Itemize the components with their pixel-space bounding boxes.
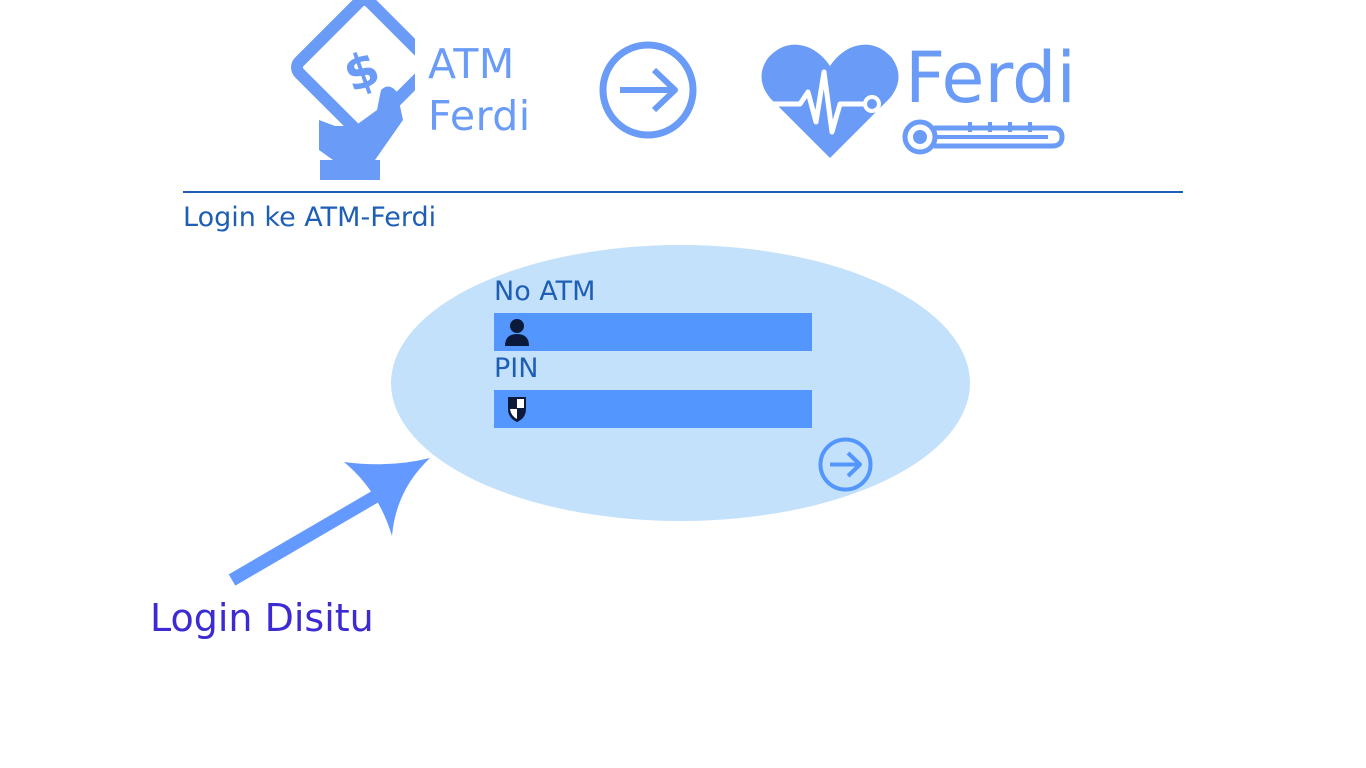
- login-panel: [391, 245, 970, 521]
- pin-input[interactable]: [538, 390, 812, 430]
- atm-number-input[interactable]: [538, 313, 812, 353]
- annotation-text: Login Disitu: [150, 596, 374, 640]
- atm-logo-text: ATM Ferdi: [428, 38, 531, 142]
- annotation-arrow-icon: [228, 458, 430, 586]
- header-divider: [183, 191, 1183, 193]
- page-title: Login ke ATM-Ferdi: [183, 202, 437, 233]
- user-icon: [505, 319, 529, 346]
- shield-icon: [508, 397, 526, 422]
- svg-text:$: $: [336, 40, 387, 104]
- atm-number-label: No ATM: [494, 276, 596, 307]
- thermometer-icon: [902, 119, 1065, 155]
- atm-cash-hand-icon: $: [291, 0, 415, 180]
- login-submit-button[interactable]: [817, 436, 874, 493]
- heart-pulse-icon: [760, 44, 899, 158]
- page: $ ATM Ferdi Ferdi Login ke ATM-Ferdi No …: [0, 0, 1366, 768]
- atm-number-field[interactable]: [494, 313, 812, 353]
- pin-field[interactable]: [494, 390, 812, 430]
- atm-logo-line1: ATM: [428, 40, 515, 88]
- arrow-right-circle-icon: [599, 41, 697, 139]
- health-logo-text: Ferdi: [905, 37, 1076, 119]
- atm-logo-line2: Ferdi: [428, 92, 531, 140]
- pin-label: PIN: [494, 353, 539, 384]
